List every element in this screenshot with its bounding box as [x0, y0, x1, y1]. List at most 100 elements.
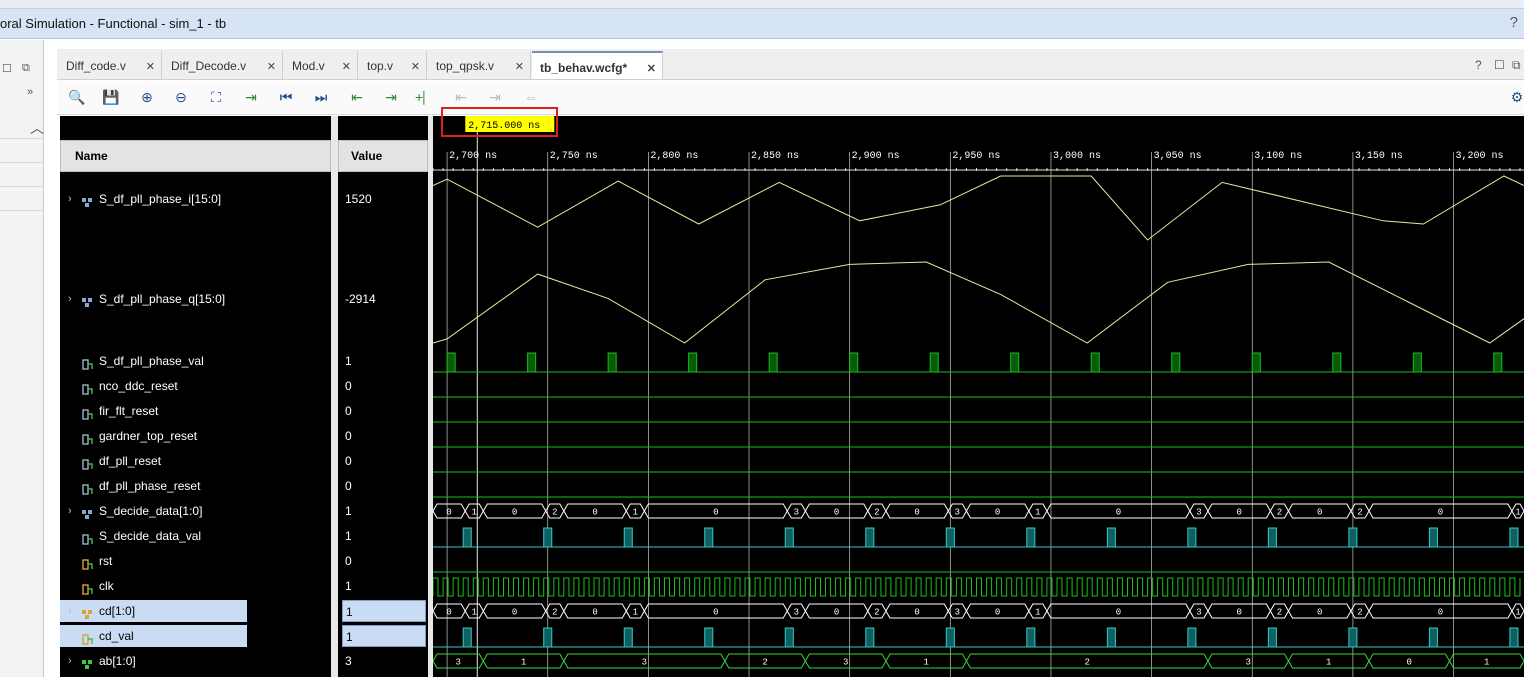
help-icon[interactable]: ?: [1475, 58, 1482, 72]
name-column-header[interactable]: Name: [60, 140, 331, 172]
tab-diff-decode[interactable]: Diff_Decode.v ✕: [163, 51, 283, 79]
time-tick-label: 3,150 ns: [1355, 151, 1403, 162]
zoom-out-icon[interactable]: ⊖: [171, 87, 191, 107]
waveform-canvas[interactable]: 2,700 ns 2,750 ns 2,800 ns 2,850 ns 2,900 ns…: [433, 116, 1524, 677]
tab-diff-code[interactable]: Diff_code.v ✕: [58, 51, 162, 79]
next-marker-icon[interactable]: ⇥: [485, 87, 505, 107]
close-icon[interactable]: ✕: [647, 62, 656, 75]
signal-row[interactable]: clk: [60, 575, 331, 597]
close-icon[interactable]: ✕: [515, 60, 524, 73]
bit-yellow-icon: [82, 580, 93, 595]
expand-chevron-icon[interactable]: ›: [68, 188, 72, 210]
signal-value[interactable]: 0: [342, 475, 426, 497]
signal-name: df_pll_reset: [99, 454, 162, 468]
previous-transition-icon[interactable]: ⇤: [347, 87, 367, 107]
signal-row[interactable]: › S_decide_data[1:0]: [60, 500, 331, 522]
signal-value[interactable]: 1: [342, 575, 426, 597]
restore-icon[interactable]: ⧉: [22, 62, 30, 75]
swap-cursors-icon[interactable]: ⇔: [521, 87, 541, 107]
ab-value-label: 3: [455, 658, 460, 668]
ab-value-label: 2: [1084, 658, 1089, 668]
signal-row[interactable]: › cd[1:0]: [60, 600, 247, 622]
bit-icon: [82, 455, 93, 470]
zoom-fit-icon[interactable]: ⛶: [206, 87, 226, 107]
settings-icon[interactable]: ⚙: [1507, 87, 1524, 107]
signal-value[interactable]: 1: [342, 525, 426, 547]
close-icon[interactable]: ✕: [411, 60, 420, 73]
go-to-time-zero-icon[interactable]: ⏮: [276, 87, 296, 107]
signal-value[interactable]: 0: [342, 550, 426, 572]
close-icon[interactable]: ✕: [267, 60, 276, 73]
signal-row[interactable]: df_pll_phase_reset: [60, 475, 331, 497]
editor-tab-bar: Diff_code.v ✕ Diff_Decode.v ✕ Mod.v ✕ to…: [57, 49, 1524, 80]
expand-chevron-icon[interactable]: ›: [68, 600, 72, 622]
signal-row[interactable]: › S_df_pll_phase_q[15:0]: [60, 288, 331, 310]
save-icon[interactable]: 💾: [101, 87, 121, 107]
signal-value[interactable]: 1: [342, 600, 426, 622]
time-tick-label: 3,050 ns: [1154, 151, 1202, 162]
signal-value[interactable]: -2914: [342, 288, 426, 310]
cd-val-pulse: [1267, 627, 1277, 648]
zoom-in-icon[interactable]: ⊕: [137, 87, 157, 107]
cd-value-label: 3: [794, 608, 799, 618]
restore-icon[interactable]: ⧉: [1512, 58, 1521, 73]
expand-chevron-icon[interactable]: ›: [68, 500, 72, 522]
tab-top-qpsk[interactable]: top_qpsk.v ✕: [428, 51, 531, 79]
decide-data-value-label: 3: [794, 508, 799, 518]
close-icon[interactable]: ✕: [342, 60, 351, 73]
decide-data-value-label: 2: [874, 508, 879, 518]
signal-row[interactable]: fir_flt_reset: [60, 400, 331, 422]
decide-data-value-label: 1: [1035, 508, 1040, 518]
cursor-highlight-box: [441, 107, 558, 137]
help-button[interactable]: ?: [1510, 14, 1518, 31]
signal-row[interactable]: cd_val: [60, 625, 247, 647]
signal-row[interactable]: S_decide_data_val: [60, 525, 331, 547]
tab-tb-behav-wcfg[interactable]: tb_behav.wcfg* ✕: [532, 51, 663, 79]
add-marker-icon[interactable]: +⎸: [415, 87, 437, 107]
signal-row[interactable]: › S_df_pll_phase_i[15:0]: [60, 188, 331, 210]
column-splitter[interactable]: [331, 116, 338, 677]
signal-value[interactable]: 1: [342, 625, 426, 647]
bit-icon: [82, 430, 93, 445]
cd-value-label: 2: [552, 608, 557, 618]
signal-value[interactable]: 1520: [342, 188, 426, 210]
tab-top[interactable]: top.v ✕: [359, 51, 427, 79]
signal-row[interactable]: › ab[1:0]: [60, 650, 331, 672]
maximize-icon[interactable]: ☐: [1494, 58, 1505, 72]
signal-value[interactable]: 1: [342, 500, 426, 522]
go-to-last-time-icon[interactable]: ⏭: [311, 87, 331, 107]
value-column-header[interactable]: Value: [338, 140, 428, 172]
signal-row[interactable]: rst: [60, 550, 331, 572]
cd-value-label: 0: [592, 608, 597, 618]
signal-value[interactable]: 0: [342, 400, 426, 422]
signal-name: S_df_pll_phase_i[15:0]: [99, 192, 222, 206]
signal-name: df_pll_phase_reset: [99, 479, 201, 493]
go-to-cursor-icon[interactable]: ⇥: [241, 87, 261, 107]
signal-value[interactable]: 0: [342, 450, 426, 472]
bus-icon: [82, 293, 93, 307]
signal-name: S_decide_data_val: [99, 529, 202, 543]
decide-data-value-label: 0: [1236, 508, 1241, 518]
signal-name: clk: [99, 579, 114, 593]
signal-value[interactable]: 1: [342, 350, 426, 372]
phase-val-pulse: [768, 352, 778, 373]
signal-row[interactable]: df_pll_reset: [60, 450, 331, 472]
collapse-up-icon[interactable]: ︿: [30, 118, 44, 138]
close-icon[interactable]: ✕: [146, 60, 155, 73]
previous-marker-icon[interactable]: ⇤: [451, 87, 471, 107]
maximize-icon[interactable]: ☐: [2, 62, 12, 75]
expand-panel-icon[interactable]: »: [27, 86, 33, 98]
signal-row[interactable]: S_df_pll_phase_val: [60, 350, 331, 372]
expand-chevron-icon[interactable]: ›: [68, 650, 72, 672]
signal-value[interactable]: 0: [342, 375, 426, 397]
next-transition-icon[interactable]: ⇥: [381, 87, 401, 107]
signal-row[interactable]: nco_ddc_reset: [60, 375, 331, 397]
tab-mod[interactable]: Mod.v ✕: [284, 51, 358, 79]
ab-value-label: 1: [521, 658, 526, 668]
expand-chevron-icon[interactable]: ›: [68, 288, 72, 310]
search-icon[interactable]: 🔍: [67, 87, 87, 107]
signal-value[interactable]: 3: [342, 650, 426, 672]
signal-row[interactable]: gardner_top_reset: [60, 425, 331, 447]
signal-value[interactable]: 0: [342, 425, 426, 447]
cd-val-pulse: [704, 627, 714, 648]
